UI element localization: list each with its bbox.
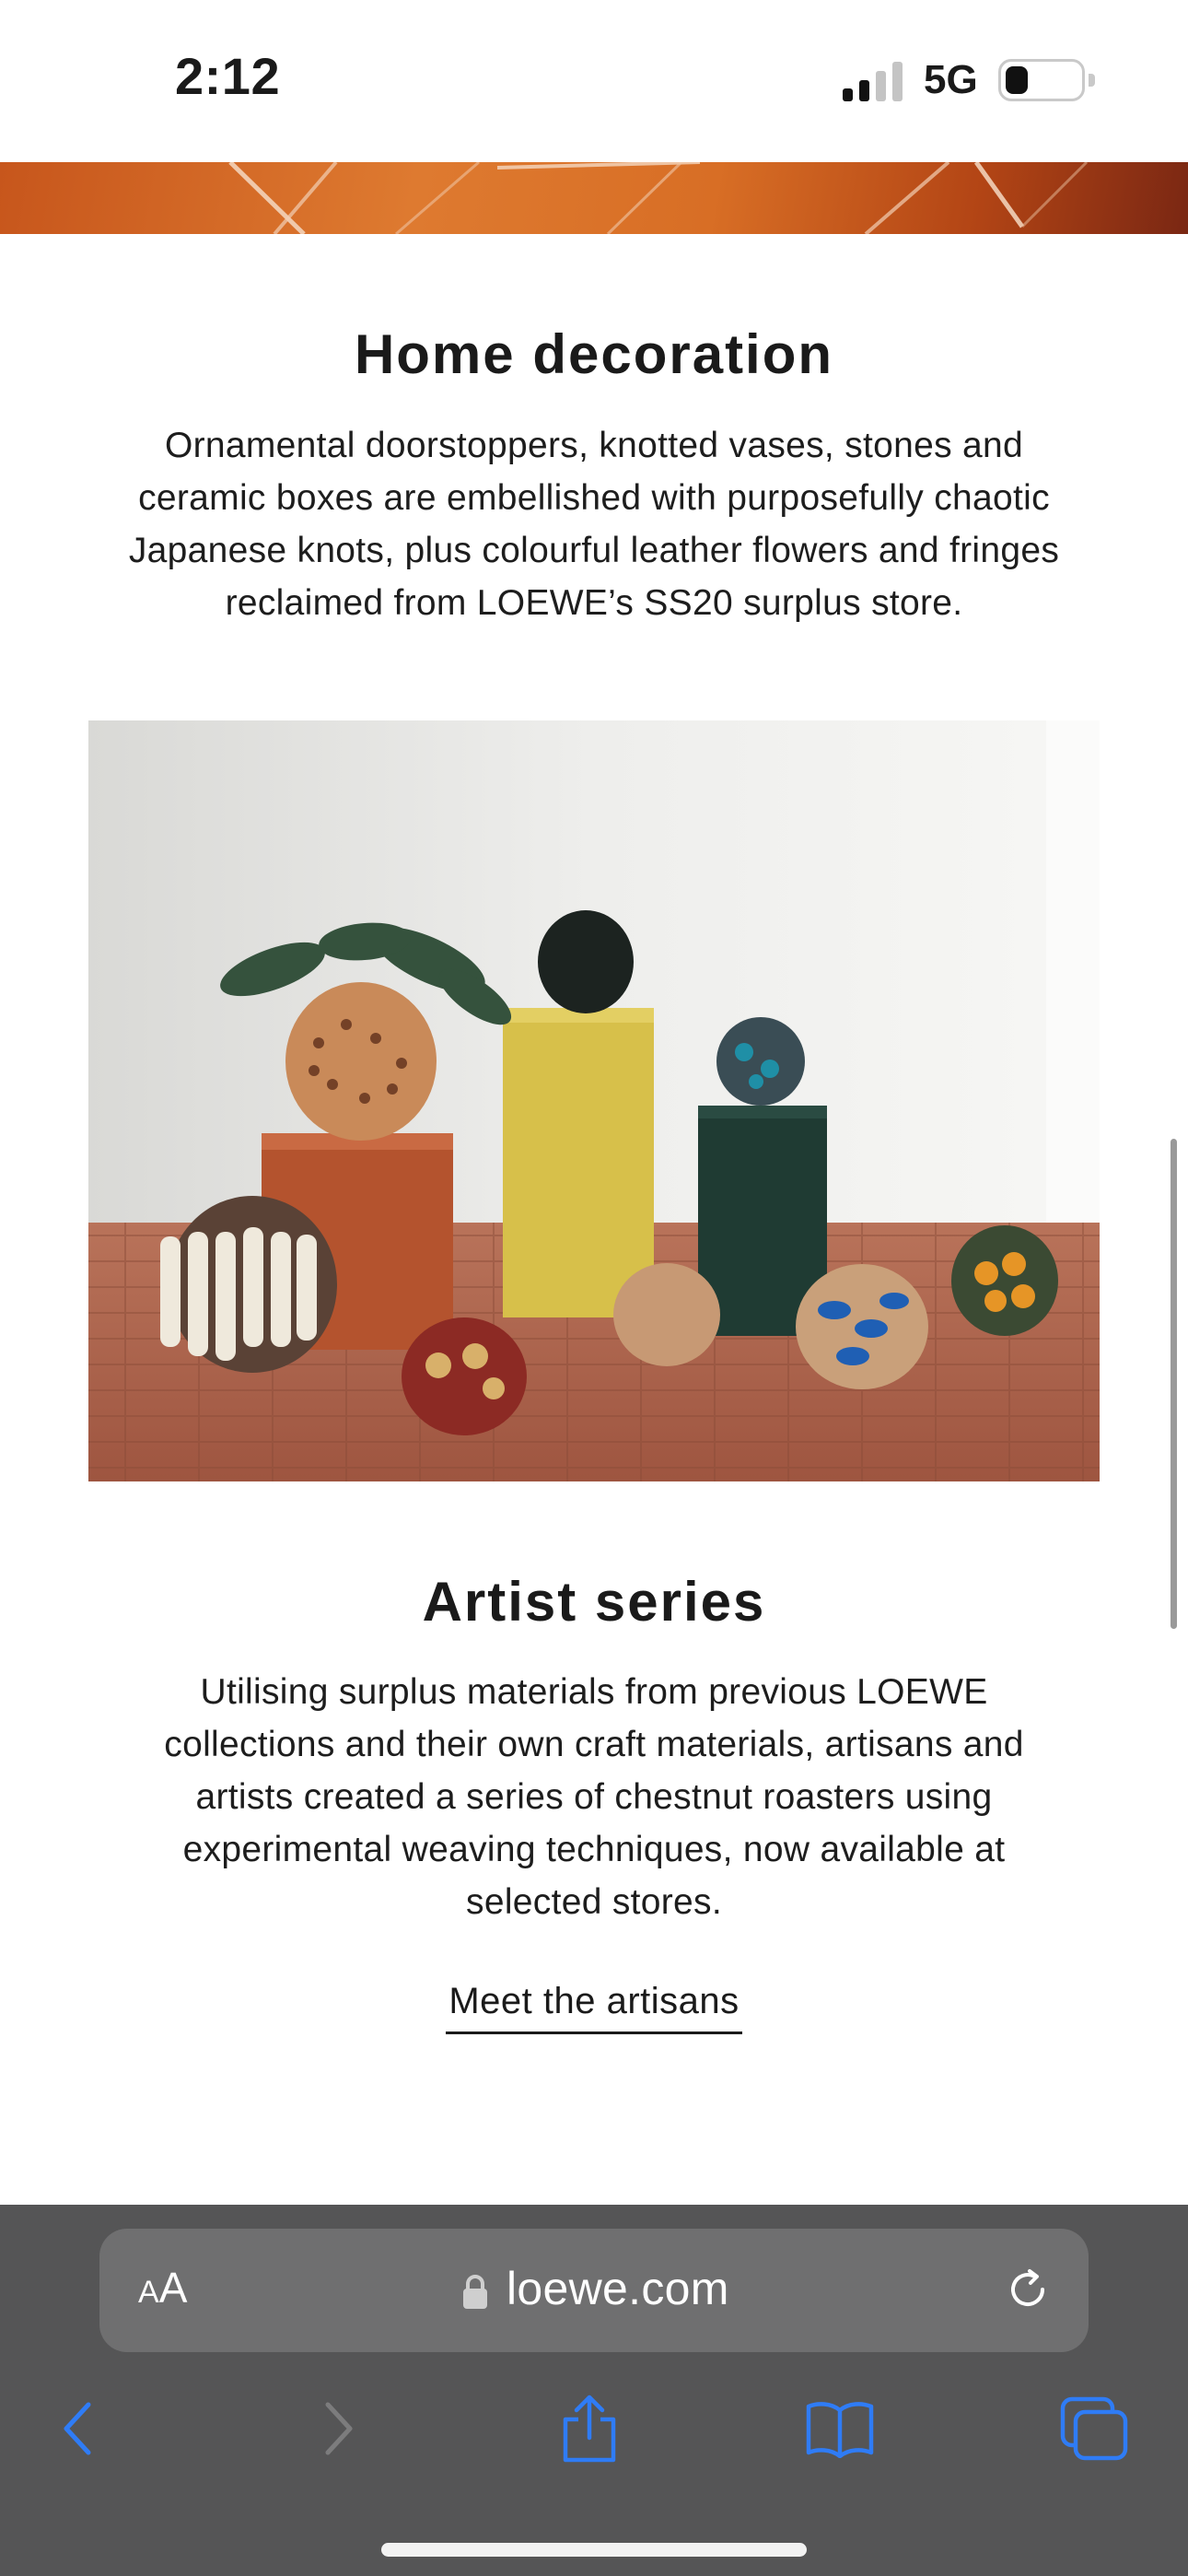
battery-icon (998, 59, 1095, 101)
body-line: ceramic boxes are embellished with purpo… (138, 478, 1050, 518)
body-line: reclaimed from LOEWE’s SS20 surplus stor… (225, 583, 963, 623)
network-type: 5G (924, 57, 978, 102)
tabs-icon (1060, 2396, 1128, 2461)
body-line: selected stores. (466, 1882, 722, 1922)
cellular-signal-icon (843, 62, 903, 101)
chevron-right-icon (325, 2402, 353, 2455)
book-icon (806, 2402, 874, 2458)
text-size-large-label: A (158, 2264, 188, 2312)
vases-photo (88, 720, 1100, 1481)
share-button[interactable] (553, 2392, 626, 2465)
bookmarks-button[interactable] (803, 2392, 877, 2465)
body-line: Utilising surplus materials from previou… (200, 1672, 988, 1712)
body-line: Japanese knots, plus colourful leather f… (128, 531, 1060, 570)
status-bar: 2:12 5G (0, 0, 1188, 162)
section-body-home-decoration: Ornamental doorstoppers, knotted vases, … (83, 419, 1105, 629)
meet-the-artisans-link[interactable]: Meet the artisans (446, 1981, 742, 2034)
section-body-artist-series: Utilising surplus materials from previou… (83, 1666, 1105, 1928)
tile-pattern (228, 162, 1089, 234)
scrollbar[interactable] (1171, 1139, 1177, 1629)
section-title-home-decoration: Home decoration (354, 323, 834, 385)
banner-image (0, 162, 1188, 234)
home-indicator[interactable] (381, 2543, 807, 2557)
url-text[interactable]: loewe.com (507, 2262, 729, 2315)
section-title-artist-series: Artist series (422, 1571, 766, 1633)
tabs-button[interactable] (1057, 2392, 1131, 2465)
chevron-left-icon (64, 2402, 91, 2455)
body-line: artists created a series of chestnut roa… (195, 1777, 993, 1817)
text-size-small-label: A (138, 2275, 159, 2310)
body-line: collections and their own craft material… (164, 1725, 1024, 1764)
forward-button[interactable] (300, 2392, 374, 2465)
status-time: 2:12 (175, 47, 281, 105)
body-line: Ornamental doorstoppers, knotted vases, … (164, 426, 1024, 465)
reload-icon[interactable] (1004, 2266, 1052, 2313)
lock-icon (463, 2275, 487, 2309)
back-button[interactable] (42, 2392, 116, 2465)
text-size-button[interactable]: AA (138, 2263, 187, 2313)
body-line: experimental weaving techniques, now ava… (182, 1830, 1006, 1869)
share-icon (563, 2395, 616, 2463)
